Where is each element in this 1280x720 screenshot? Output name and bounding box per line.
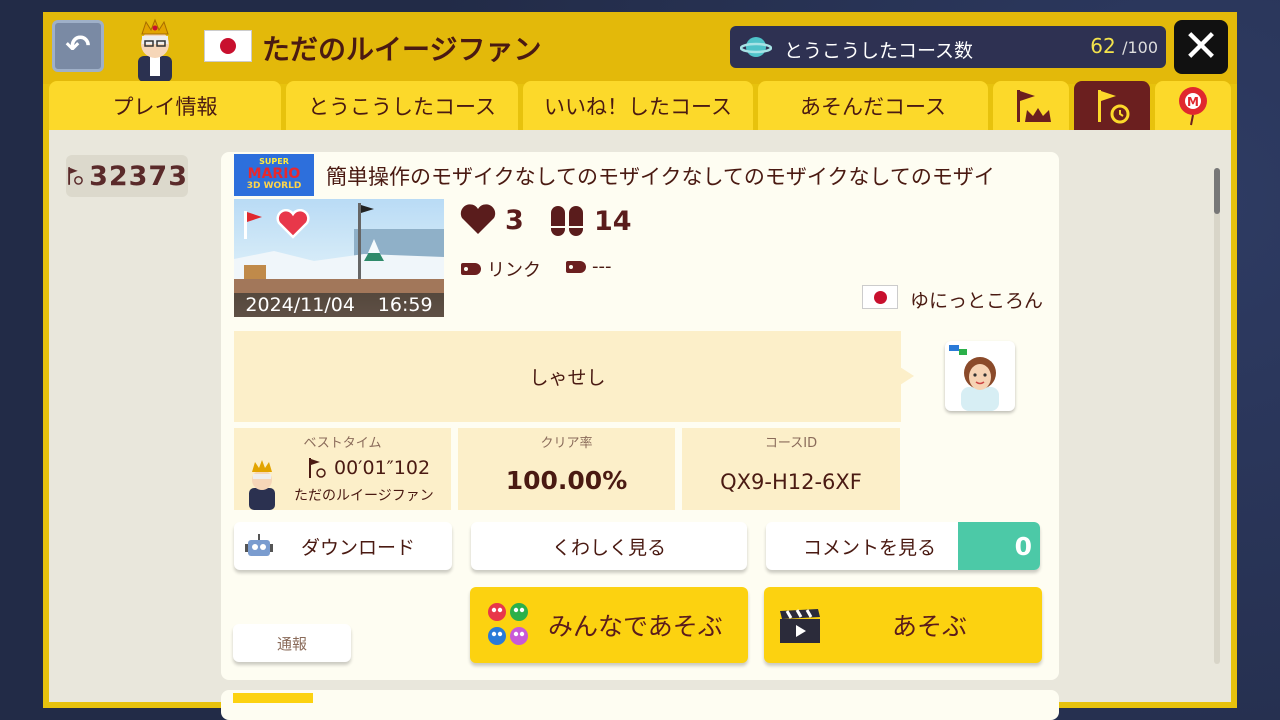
report-button[interactable]: 通報: [233, 624, 351, 662]
maker-name[interactable]: ゆにっところん: [910, 286, 1043, 313]
plays-stat: 14: [548, 204, 632, 238]
best-time-holder[interactable]: ただのルイージファン: [294, 485, 434, 505]
button-label: 通報: [276, 634, 307, 653]
tab-uploaded-courses[interactable]: とうこうしたコース: [286, 81, 518, 130]
course-id-caption: コースID: [764, 436, 818, 451]
tab-label: いいね！したコース: [544, 94, 732, 119]
likes-count: 3: [505, 204, 524, 236]
uploaded-course-count: とうこうしたコース数 62 /100: [730, 26, 1166, 68]
back-button[interactable]: ↶: [52, 20, 104, 72]
next-card-logo: [233, 693, 313, 703]
clapperboard-icon: [778, 607, 822, 651]
maker-mii-avatar[interactable]: [945, 341, 1015, 411]
course-thumbnail[interactable]: 2024/11/04 16:59: [234, 199, 444, 317]
scrollbar-thumb[interactable]: [1214, 168, 1220, 214]
button-label: コメントを見る: [803, 536, 937, 559]
course-id-panel: コースID QX9-H12-6XF: [682, 428, 900, 510]
best-time-value: 00′01″102: [334, 457, 431, 479]
tab-bookmarks[interactable]: M: [1155, 81, 1231, 130]
button-label: くわしく見る: [551, 536, 666, 559]
button-label: みんなであそぶ: [548, 612, 723, 641]
button-label: あそぶ: [892, 612, 968, 641]
tab-label: とうこうしたコース: [308, 94, 496, 119]
tab-first-clears[interactable]: [1074, 81, 1150, 130]
next-course-card[interactable]: [221, 690, 1059, 720]
tab-play-info[interactable]: プレイ情報: [49, 81, 281, 130]
clear-rate-value: 100.00%: [505, 466, 628, 495]
details-button[interactable]: くわしく見る: [471, 522, 747, 570]
tab-label: あそんだコース: [800, 94, 946, 119]
svg-text:M: M: [1187, 95, 1199, 109]
count-label: とうこうしたコース数: [784, 40, 974, 62]
robot-icon: [244, 532, 274, 565]
scrollbar-track[interactable]: [1214, 168, 1220, 664]
speech-pointer: [900, 367, 914, 385]
tab-label: プレイ情報: [112, 94, 218, 119]
upload-date: 2024/11/04: [245, 294, 355, 316]
likes-stat: 3: [459, 204, 524, 236]
tag-label: ---: [592, 256, 612, 277]
best-time: 00′01″102: [306, 456, 430, 480]
heart-icon: [276, 209, 310, 243]
flag-timer-icon: [309, 458, 326, 478]
player-avatar: [130, 16, 180, 82]
button-label: ダウンロード: [300, 536, 415, 559]
game-style-logo: SUPER MARIO 3D WORLD: [234, 154, 314, 196]
logo-text: 3D WORLD: [246, 181, 302, 192]
play-button[interactable]: あそぶ: [764, 587, 1042, 663]
upload-time: 16:59: [377, 294, 433, 316]
player-name: ただのルイージファン: [262, 33, 542, 66]
tab-liked-courses[interactable]: いいね！したコース: [523, 81, 753, 130]
balloon-m-icon: M: [1179, 86, 1207, 125]
flag-timer-icon: [1098, 89, 1130, 123]
course-title: 簡単操作のモザイクなしてのモザイクなしてのモザイクなしてのモザイ: [326, 165, 995, 189]
download-button[interactable]: ダウンロード: [234, 522, 452, 570]
best-time-panel: ベストタイム 00′01″102 ただのルイージファン: [234, 428, 451, 510]
first-clear-count: 32373: [89, 160, 188, 192]
planet-icon: [739, 33, 773, 65]
tag-label: リンク: [487, 260, 541, 281]
multiplayer-button[interactable]: みんなであそぶ: [470, 587, 748, 663]
flag-crown-icon: [1017, 89, 1051, 122]
maker-country-flag-icon: [862, 285, 898, 309]
tab-played-courses[interactable]: あそんだコース: [758, 81, 988, 130]
clear-rate-caption: クリア率: [540, 436, 593, 451]
tag-icon: [566, 260, 586, 273]
first-clear-count-badge: 32373: [66, 155, 188, 197]
multiplayer-characters-icon: [486, 600, 530, 656]
course-tag-2: ---: [566, 256, 612, 277]
close-button[interactable]: ✕: [1174, 20, 1228, 74]
count-value: 62 /100: [1090, 34, 1158, 58]
clear-rate-panel: クリア率 100.00%: [458, 428, 675, 510]
record-holder-avatar[interactable]: [244, 458, 280, 514]
tab-world-records[interactable]: [993, 81, 1069, 130]
comment-count: 0: [958, 522, 1040, 570]
close-icon: ✕: [1182, 21, 1220, 72]
course-tag-1: リンク: [461, 256, 541, 282]
first-clear-flag-icon: [240, 209, 268, 245]
flag-timer-icon: [68, 167, 83, 185]
footprints-icon: [551, 206, 583, 236]
plays-count: 14: [594, 205, 632, 237]
logo-text: MARIO: [247, 165, 301, 182]
heart-icon: [460, 204, 496, 234]
comments-button[interactable]: コメントを見る 0: [766, 522, 1040, 570]
tag-icon: [461, 263, 481, 275]
course-description: しゃせし: [234, 331, 901, 422]
back-arrow-icon: ↶: [65, 28, 91, 64]
best-time-caption: ベストタイム: [303, 436, 382, 451]
upload-datetime: 2024/11/04 16:59: [234, 293, 444, 317]
course-id-value: QX9-H12-6XF: [720, 470, 862, 494]
japan-flag-icon: [204, 30, 252, 62]
